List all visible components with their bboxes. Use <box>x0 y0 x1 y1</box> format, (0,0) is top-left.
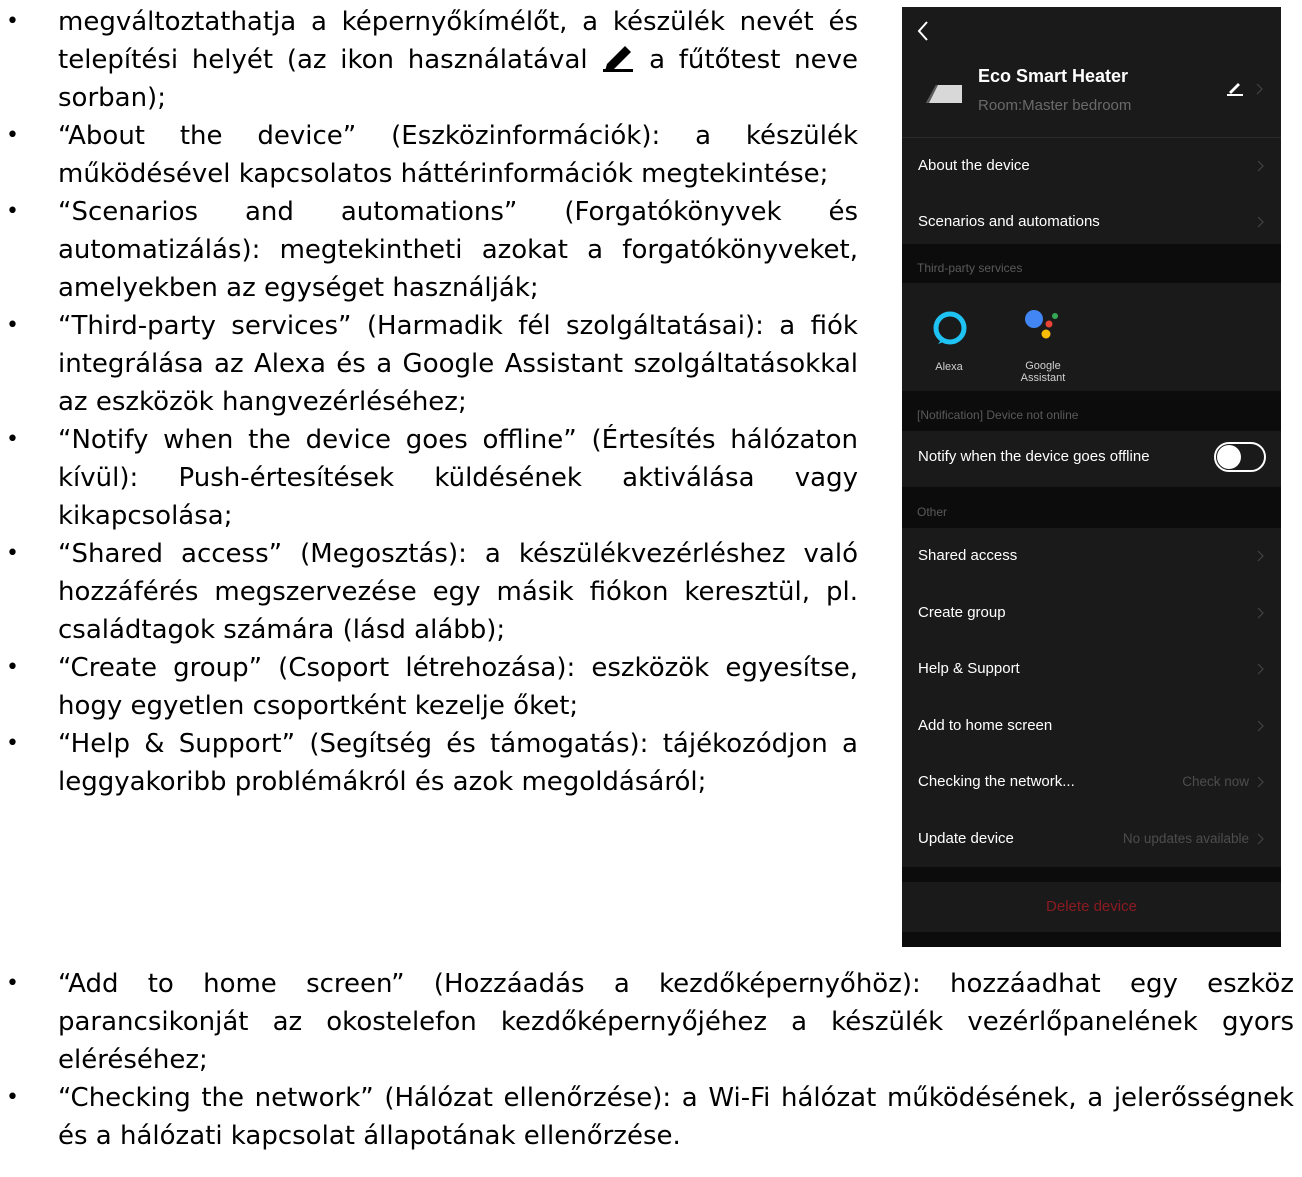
section-spacer <box>902 867 1281 883</box>
device-room: Room:Master bedroom <box>978 97 1132 114</box>
row-checking-network[interactable]: Checking the network... Check now <box>902 754 1281 810</box>
chevron-right-icon <box>1257 776 1264 788</box>
chevron-right-icon <box>1257 720 1264 732</box>
toggle-knob <box>1217 445 1241 469</box>
list-item: “Scenarios and automations” (Forgatóköny… <box>6 193 858 307</box>
chevron-right-icon <box>1256 83 1263 95</box>
third-party-services-panel: Alexa Google Assistant <box>902 283 1281 391</box>
section-third-party: Third-party services <box>902 244 1281 284</box>
list-item: “Notify when the device goes offline” (É… <box>6 421 858 535</box>
section-bottom-spacer <box>902 932 1281 947</box>
section-title: [Notification] Device not online <box>917 408 1079 422</box>
list-item: “Add to home screen” (Hozzáadás a kezdők… <box>6 965 1294 1079</box>
edit-pencil-icon[interactable] <box>1227 82 1243 96</box>
row-label: Shared access <box>918 547 1018 564</box>
section-title: Third-party services <box>917 261 1023 275</box>
bullet-list-bottom: “Add to home screen” (Hozzáadás a kezdők… <box>6 965 1294 1155</box>
row-add-home-screen[interactable]: Add to home screen <box>902 698 1281 754</box>
chevron-right-icon <box>1257 216 1264 228</box>
device-name: Eco Smart Heater <box>978 66 1129 86</box>
list-item: megváltoztathatja a képernyőkímélőt, a k… <box>6 3 858 117</box>
row-update-device[interactable]: Update device No updates available <box>902 811 1281 867</box>
alexa-label: Alexa <box>935 361 963 373</box>
section-notification: [Notification] Device not online <box>902 391 1281 431</box>
row-scenarios-automations[interactable]: Scenarios and automations <box>902 194 1281 250</box>
row-label: Create group <box>918 604 1006 621</box>
heater-thumbnail-icon <box>926 85 962 103</box>
row-create-group[interactable]: Create group <box>902 585 1281 641</box>
device-header[interactable]: Eco Smart Heater Room:Master bedroom <box>902 57 1281 138</box>
chevron-right-icon <box>1257 663 1264 675</box>
chevron-right-icon <box>1257 833 1264 845</box>
update-status-value: No updates available <box>1122 831 1249 846</box>
chevron-right-icon <box>1257 160 1264 172</box>
section-other: Other <box>902 487 1281 528</box>
list-item: “Third-party services” (Harmadik fél szo… <box>6 307 858 421</box>
back-chevron-icon[interactable] <box>916 19 930 43</box>
row-label: Scenarios and automations <box>918 213 1100 230</box>
google-assistant-label: Google Assistant <box>1020 360 1066 384</box>
list-item: “Help & Support” (Segítség és támogatás)… <box>6 725 858 801</box>
list-item: “Checking the network” (Hálózat ellenőrz… <box>6 1079 1294 1155</box>
list-item: “Create group” (Csoport létrehozása): es… <box>6 649 858 725</box>
google-assistant-icon[interactable] <box>1022 307 1064 341</box>
section-title: Other <box>917 505 948 519</box>
notify-offline-toggle[interactable] <box>1214 442 1266 472</box>
row-about-device[interactable]: About the device <box>902 138 1281 194</box>
chevron-right-icon <box>1257 607 1264 619</box>
row-label: Checking the network... <box>918 773 1075 790</box>
row-label: Help & Support <box>918 660 1020 677</box>
list-item: “Shared access” (Megosztás): a készülékv… <box>6 535 858 649</box>
row-label: About the device <box>918 157 1030 174</box>
device-settings-screenshot: Eco Smart Heater Room:Master bedroom Abo… <box>902 7 1281 947</box>
row-label: Update device <box>918 830 1014 847</box>
row-shared-access[interactable]: Shared access <box>902 528 1281 584</box>
bullet-list-top: megváltoztathatja a képernyőkímélőt, a k… <box>6 3 858 801</box>
delete-device-button[interactable]: Delete device <box>902 882 1281 932</box>
row-label: Add to home screen <box>918 717 1053 734</box>
row-help-support[interactable]: Help & Support <box>902 641 1281 697</box>
delete-device-label: Delete device <box>1046 898 1137 915</box>
alexa-icon[interactable] <box>932 310 968 346</box>
row-label: Notify when the device goes offline <box>918 448 1150 465</box>
chevron-right-icon <box>1257 550 1264 562</box>
pencil-icon <box>603 46 634 72</box>
list-item: “About the device” (Eszközinformációk): … <box>6 117 858 193</box>
check-now-value: Check now <box>1182 774 1249 789</box>
